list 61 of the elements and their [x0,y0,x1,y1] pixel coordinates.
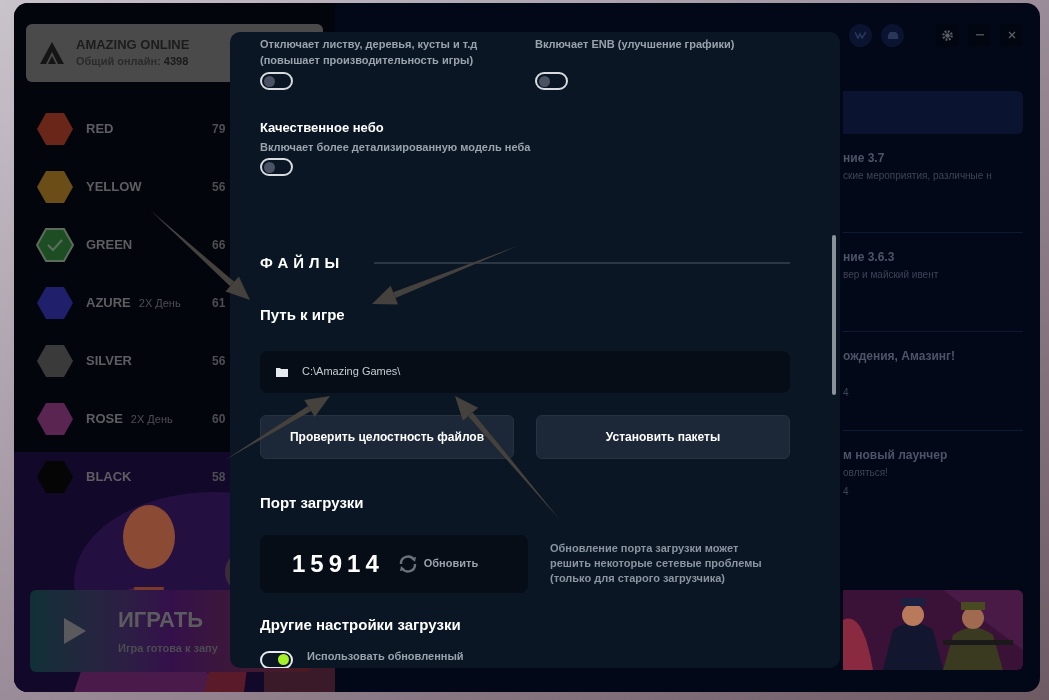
server-name: ROSE [86,410,123,429]
setting-description: Включает более детализированную модель неба [260,140,532,154]
toggle-switch[interactable] [260,650,293,668]
server-name: BLACK [86,468,132,487]
server-row[interactable]: ROSE 2X День 60 [36,390,230,448]
news-title[interactable]: ождения, Амазинг! [843,348,1023,364]
logo-icon [40,42,64,64]
folder-icon [276,366,288,377]
setting-description: Включает ENB (улучшение графики) [535,37,736,52]
refresh-button[interactable]: Обновить [397,554,479,573]
player-count: 66 [212,237,227,254]
server-row[interactable]: GREEN 66 [36,216,230,274]
bonus-label: 2X День [130,411,173,427]
news-date: 4 [843,485,850,499]
section-heading: ФАЙЛЫ [260,253,345,273]
discord-icon[interactable] [881,23,904,47]
server-row[interactable]: BLACK 58 [36,448,230,506]
server-name: AZURE [86,294,131,313]
news-text: овляться! [843,466,889,480]
player-count: 79 [212,121,227,138]
news-text: ские мероприятия, различные н [843,169,993,183]
player-count: 56 [212,179,227,196]
news-date: 4 [843,386,850,400]
news-title[interactable]: м новый лаунчер [843,447,1023,463]
server-row[interactable]: AZURE 2X День 61 [36,274,230,332]
section-title: Порт загрузки [260,492,365,513]
action-button[interactable]: Установить пакеты [536,414,790,459]
setting-title: Качественное небо [260,120,385,136]
player-count: 58 [212,469,227,486]
port-note: Обновление порта загрузки может решить некоторые сетевые проблемы (только для старого загрузчика) [550,541,763,586]
play-title: ИГРАТЬ [118,605,205,634]
toggle-switch[interactable] [260,158,293,176]
close-button[interactable] [1000,23,1023,47]
play-icon [64,618,86,644]
player-count: 60 [212,411,227,428]
settings-icon [942,29,953,41]
server-name: GREEN [86,236,133,255]
vk-icon[interactable] [849,23,872,47]
server-name: SILVER [86,352,132,371]
player-count: 61 [212,295,227,312]
field-label: Путь к игре [260,304,346,325]
server-row[interactable]: SILVER 56 [36,332,230,390]
toggle-switch[interactable] [260,72,293,90]
server-name: YELLOW [86,178,142,197]
bonus-label: 2X День [138,295,181,311]
server-row[interactable]: RED 79 [36,100,230,158]
port-number: 15914 [292,548,384,579]
close-icon [1007,31,1016,39]
server-row[interactable]: YELLOW 56 [36,158,230,216]
action-button[interactable]: Проверить целостность файлов [260,414,514,459]
refresh-icon [397,554,418,573]
settings-button[interactable] [936,23,959,47]
setting-description: Отключает листву, деревья, кусты и т.д (повышает производительность игры) [260,37,479,68]
path-field[interactable]: C:\Amazing Games\ [260,350,790,393]
minimize-icon [975,34,984,36]
player-count: 56 [212,353,227,370]
server-name: RED [86,120,114,139]
news-title[interactable]: ние 3.7 [843,150,1023,166]
scrollbar-thumb[interactable] [832,235,836,395]
toggle-switch[interactable] [535,72,568,90]
news-title[interactable]: ние 3.6.3 [843,249,1023,265]
